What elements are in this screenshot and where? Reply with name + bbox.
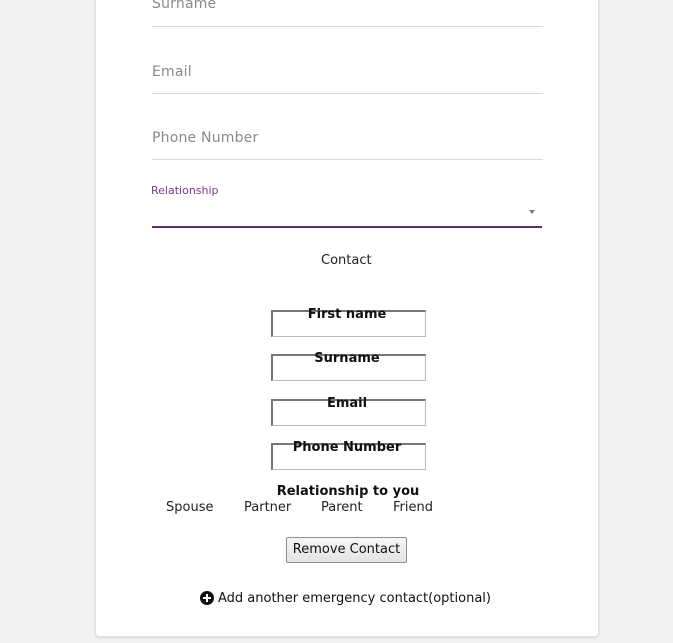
surname-label: Surname — [314, 351, 380, 366]
relationship-select-label: Relationship — [151, 184, 219, 197]
surname-field[interactable]: Surname — [152, 0, 543, 27]
contact-section-heading: Contact — [321, 253, 372, 268]
relationship-select[interactable]: Relationship — [151, 180, 542, 228]
add-another-contact-link[interactable]: Add another emergency contact(optional) — [200, 589, 491, 607]
surname-field-label: Surname — [152, 0, 217, 12]
first-name-label: First name — [307, 307, 387, 322]
chevron-down-icon[interactable] — [529, 210, 535, 214]
email-label: Email — [326, 396, 368, 411]
remove-contact-button[interactable]: Remove Contact — [286, 537, 407, 563]
plus-circle-icon — [200, 591, 214, 605]
email-field-label: Email — [152, 64, 192, 80]
relationship-to-you-title: Relationship to you — [276, 484, 420, 499]
phone-number-label: Phone Number — [292, 440, 402, 455]
phone-number-field[interactable]: Phone Number — [152, 106, 543, 160]
relationship-option-partner[interactable]: Partner — [244, 500, 291, 515]
relationship-option-parent[interactable]: Parent — [321, 500, 363, 515]
relationship-option-spouse[interactable]: Spouse — [166, 500, 213, 515]
phone-number-field-label: Phone Number — [152, 130, 259, 146]
email-field[interactable]: Email — [152, 40, 543, 94]
add-another-contact-label: Add another emergency contact(optional) — [218, 590, 491, 606]
relationship-option-friend[interactable]: Friend — [393, 500, 433, 515]
